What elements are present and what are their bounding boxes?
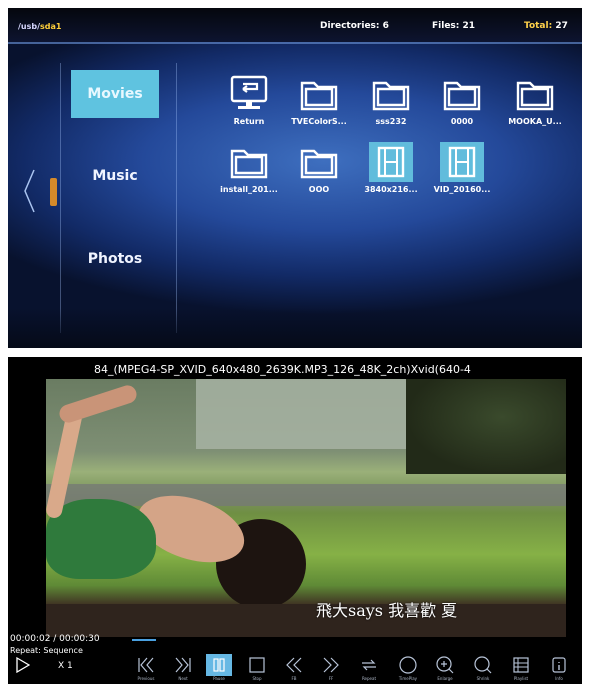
browser-header: /usb/sda1 Directories: 6 Files: 21 Total… <box>8 8 582 44</box>
file-item-folder[interactable]: install_201... <box>216 142 282 194</box>
file-item-label: install_201... <box>220 185 278 194</box>
stop-icon <box>249 657 265 673</box>
video-file-icon <box>369 142 413 182</box>
file-item-return[interactable]: Return <box>216 74 282 126</box>
playlist-icon <box>513 657 529 673</box>
folder-icon <box>227 142 271 182</box>
pause-icon <box>213 658 225 672</box>
file-item-label: 3840x216... <box>364 185 418 194</box>
progress-bar[interactable] <box>132 639 156 641</box>
file-item-folder[interactable]: TVEColorS... <box>286 74 352 126</box>
repeat-mode: Repeat: Sequence <box>10 646 83 655</box>
play-icon[interactable] <box>16 657 30 673</box>
category-music[interactable]: Music <box>71 152 159 200</box>
folder-icon <box>369 74 413 114</box>
video-file-icon <box>440 142 484 182</box>
file-info: 84_(MPEG4-SP_XVID_640x480_2639K.MP3_126_… <box>94 363 471 376</box>
category-photos[interactable]: Photos <box>71 235 159 283</box>
media-browser: /usb/sda1 Directories: 6 Files: 21 Total… <box>8 8 582 348</box>
next-button[interactable]: Next <box>170 654 196 681</box>
playback-speed: X 1 <box>58 661 73 671</box>
file-item-label: Return <box>233 117 265 126</box>
folder-icon <box>513 74 557 114</box>
info-icon <box>552 657 566 673</box>
stop-button[interactable]: Stop <box>244 654 270 681</box>
file-item-label: sss232 <box>375 117 407 126</box>
repeat-button[interactable]: Repeat <box>356 654 382 681</box>
fast-forward-icon <box>323 657 339 673</box>
playlist-button[interactable]: Playlist <box>508 654 534 681</box>
file-item-video[interactable]: VID_20160... <box>429 142 495 194</box>
rewind-icon <box>286 657 302 673</box>
directories-count: Directories: 6 <box>320 21 389 31</box>
file-item-folder[interactable]: MOOKA_U... <box>502 74 568 126</box>
fast-forward-button[interactable]: FF <box>318 654 344 681</box>
total-count: Total: 27 <box>524 21 568 31</box>
file-item-label: ΟΟΟ <box>308 185 330 194</box>
previous-button[interactable]: Previous <box>133 654 159 681</box>
file-item-video[interactable]: 3840x216... <box>358 142 424 194</box>
file-item-label: MOOKA_U... <box>508 117 562 126</box>
video-frame[interactable]: 飛大says 我喜歡 夏 <box>46 379 566 637</box>
scroll-indicator[interactable] <box>50 178 57 206</box>
subtitle-text: 飛大says 我喜歡 夏 <box>316 601 458 620</box>
folder-icon <box>297 142 341 182</box>
pause-button[interactable]: Pause <box>206 654 232 681</box>
zoom-in-icon <box>436 656 454 674</box>
timeplay-button[interactable]: TimePlay <box>395 654 421 681</box>
rewind-button[interactable]: FB <box>281 654 307 681</box>
file-item-label: 0000 <box>450 117 474 126</box>
category-menu: Movies Music Photos <box>60 63 177 333</box>
left-arrow-icon[interactable] <box>22 168 36 214</box>
repeat-icon <box>362 659 376 671</box>
zoom-out-icon <box>474 656 492 674</box>
file-item-label: VID_20160... <box>433 185 491 194</box>
info-button[interactable]: Info <box>546 654 572 681</box>
playback-time: 00:00:02 / 00:00:30 <box>10 634 100 644</box>
next-icon <box>175 657 191 673</box>
previous-icon <box>138 657 154 673</box>
video-player: 84_(MPEG4-SP_XVID_640x480_2639K.MP3_126_… <box>8 357 582 684</box>
enlarge-button[interactable]: Enlarge <box>432 654 458 681</box>
current-path: /usb/sda1 <box>18 22 62 31</box>
timeplay-icon <box>399 656 417 674</box>
return-icon <box>227 74 271 114</box>
file-item-label: TVEColorS... <box>291 117 347 126</box>
shrink-button[interactable]: Shrink <box>470 654 496 681</box>
file-item-folder[interactable]: sss232 <box>358 74 424 126</box>
folder-icon <box>440 74 484 114</box>
files-count: Files: 21 <box>432 21 476 31</box>
file-item-folder[interactable]: ΟΟΟ <box>286 142 352 194</box>
folder-icon <box>297 74 341 114</box>
file-item-folder[interactable]: 0000 <box>429 74 495 126</box>
category-movies[interactable]: Movies <box>71 70 159 118</box>
